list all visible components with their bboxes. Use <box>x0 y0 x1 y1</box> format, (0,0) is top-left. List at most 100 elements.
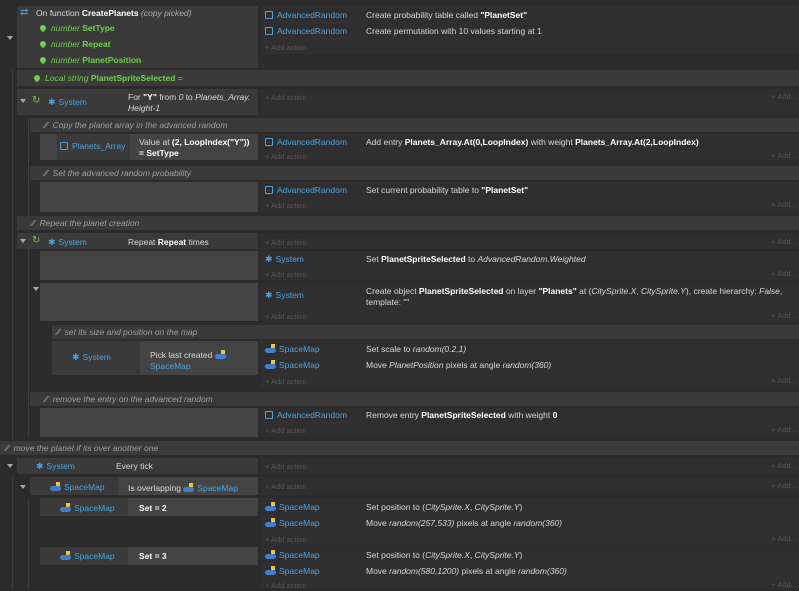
action-text[interactable]: Set position to (CitySprite.X, CitySprit… <box>366 550 522 561</box>
collapse-arrow-icon[interactable] <box>7 36 13 40</box>
action-object[interactable]: SpaceMap <box>265 502 320 513</box>
action-text[interactable]: Set scale to random(0.2,1) <box>366 344 466 355</box>
add-action-link[interactable]: + Add action <box>265 376 307 387</box>
add-menu-link[interactable]: + Add... <box>771 481 797 490</box>
parameter-pin-icon <box>38 55 48 65</box>
action-object[interactable]: SpaceMap <box>265 518 320 529</box>
action-text[interactable]: Set position to (CitySprite.X, CitySprit… <box>366 502 522 513</box>
empty-condition-block[interactable] <box>40 251 258 280</box>
condition-object[interactable]: ✱ System <box>36 461 75 472</box>
overlap-condition-text[interactable]: Is overlapping SpaceMap <box>128 483 238 494</box>
add-menu-link[interactable]: + Add... <box>771 200 797 209</box>
condition-object[interactable]: ✱ System <box>72 352 111 363</box>
create-object-action-text[interactable]: Create object PlanetSpriteSelected on la… <box>366 286 782 308</box>
comment-icon: ⁄⁄ <box>45 120 48 130</box>
add-action-link[interactable]: + Add action <box>265 534 307 545</box>
add-menu-link[interactable]: + Add... <box>771 534 797 543</box>
set3-condition-text[interactable]: Set = 3 <box>139 551 167 562</box>
action-object[interactable]: ✱ System <box>265 290 304 301</box>
action-object[interactable]: SpaceMap <box>265 550 320 561</box>
nesting-guide <box>28 498 29 589</box>
system-gear-icon: ✱ <box>48 237 56 247</box>
add-action-link[interactable]: + Add action <box>265 269 307 280</box>
system-gear-icon: ✱ <box>265 254 273 264</box>
local-variable: Local string PlanetSpriteSelected = <box>32 73 183 84</box>
repeat-condition-text[interactable]: Repeat Repeat times <box>128 237 209 248</box>
action-object[interactable]: SpaceMap <box>265 344 320 355</box>
action-object[interactable]: AdvancedRandom <box>265 410 347 421</box>
condition-object[interactable]: SpaceMap <box>60 503 115 514</box>
action-object[interactable]: SpaceMap <box>265 566 320 577</box>
for-condition-text[interactable]: For "Y" from 0 to Planets_Array. Height-1 <box>128 92 250 114</box>
empty-condition-block[interactable] <box>40 408 258 437</box>
pick-condition-text[interactable]: Pick last created SpaceMap <box>150 350 229 372</box>
system-gear-icon: ✱ <box>72 352 80 362</box>
empty-condition-block[interactable] <box>40 182 258 212</box>
action-text[interactable]: Remove entry PlanetSpriteSelected with w… <box>366 410 557 421</box>
advanced-random-icon <box>265 186 273 194</box>
spacemap-sprite-icon <box>183 483 195 492</box>
add-action-link[interactable]: + Add action <box>265 481 307 492</box>
add-menu-link[interactable]: + Add... <box>771 376 797 385</box>
every-tick-text[interactable]: Every tick <box>116 461 153 472</box>
action-object[interactable]: AdvancedRandom <box>265 185 347 196</box>
param-settype[interactable]: number SetType <box>38 23 115 34</box>
add-menu-link[interactable]: + Add... <box>771 92 797 101</box>
comment-icon: ⁄⁄ <box>45 394 48 404</box>
add-menu-link[interactable]: + Add... <box>771 151 797 160</box>
collapse-arrow-icon[interactable] <box>7 464 13 468</box>
add-menu-link[interactable]: + Add... <box>771 269 797 278</box>
collapse-arrow-icon[interactable] <box>20 99 26 103</box>
add-action-link[interactable]: + Add action <box>265 151 307 162</box>
add-menu-link[interactable]: + Add... <box>771 461 797 470</box>
add-action-link[interactable]: + Add action <box>265 237 307 248</box>
comment-icon: ⁄⁄ <box>6 443 9 453</box>
add-menu-link[interactable]: + Add... <box>771 237 797 246</box>
action-text[interactable]: Create probability table called "PlanetS… <box>366 10 527 21</box>
condition-object[interactable]: SpaceMap <box>60 551 115 562</box>
comment-icon: ⁄⁄ <box>32 218 35 228</box>
action-text[interactable]: Set current probability table to "Planet… <box>366 185 528 196</box>
collapse-arrow-icon[interactable] <box>20 485 26 489</box>
add-action-link[interactable]: + Add action <box>265 311 307 322</box>
nesting-guide <box>12 476 13 589</box>
action-text[interactable]: Add entry Planets_Array.At(0,LoopIndex) … <box>366 137 699 148</box>
add-menu-link[interactable]: + Add... <box>771 580 797 589</box>
function-header: On function CreatePlanets (copy picked) <box>36 8 192 18</box>
condition-object[interactable]: ✱ System <box>48 97 87 108</box>
condition-object[interactable]: SpaceMap <box>50 482 105 493</box>
spacemap-sprite-icon <box>60 503 72 512</box>
condition-object[interactable]: Planets_Array <box>60 141 125 152</box>
array-icon <box>60 142 68 150</box>
action-object[interactable]: SpaceMap <box>265 360 320 371</box>
set2-condition-text[interactable]: Set = 2 <box>139 503 167 514</box>
action-text[interactable]: Move random(257,533) pixels at angle ran… <box>366 518 562 529</box>
comment-text: ⁄⁄ set its size and position on the map <box>57 327 198 337</box>
add-action-link[interactable]: + Add action <box>265 200 307 211</box>
system-gear-icon: ✱ <box>36 461 44 471</box>
add-action-link[interactable]: + Add action <box>265 461 307 472</box>
action-text[interactable]: Set PlanetSpriteSelected to AdvancedRand… <box>366 254 586 265</box>
spacemap-sprite-icon <box>265 566 277 575</box>
param-planetposition[interactable]: number PlanetPosition <box>38 55 141 66</box>
action-object[interactable]: AdvancedRandom <box>265 137 347 148</box>
action-text[interactable]: Create permutation with 10 values starti… <box>366 26 542 37</box>
add-menu-link[interactable]: + Add... <box>771 425 797 434</box>
add-action-link[interactable]: + Add action <box>265 580 307 591</box>
add-action-link[interactable]: + Add action <box>265 425 307 436</box>
action-object[interactable]: AdvancedRandom <box>265 26 347 37</box>
array-condition-text[interactable]: Value at (2, LoopIndex("Y")) = SetType <box>139 137 249 159</box>
param-repeat[interactable]: number Repeat <box>38 39 111 50</box>
collapse-arrow-icon[interactable] <box>33 287 39 291</box>
action-object[interactable]: ✱ System <box>265 254 304 265</box>
add-action-link[interactable]: + Add action <box>265 92 307 103</box>
action-text[interactable]: Move PlanetPosition pixels at angle rand… <box>366 360 551 371</box>
condition-object[interactable]: ✱ System <box>48 237 87 248</box>
add-action-link[interactable]: + Add action <box>265 42 307 53</box>
add-menu-link[interactable]: + Add... <box>771 311 797 320</box>
nesting-guide <box>28 118 29 438</box>
action-text[interactable]: Move random(580,1200) pixels at angle ra… <box>366 566 567 577</box>
empty-condition-block[interactable] <box>40 283 258 321</box>
collapse-arrow-icon[interactable] <box>20 239 26 243</box>
action-object[interactable]: AdvancedRandom <box>265 10 347 21</box>
